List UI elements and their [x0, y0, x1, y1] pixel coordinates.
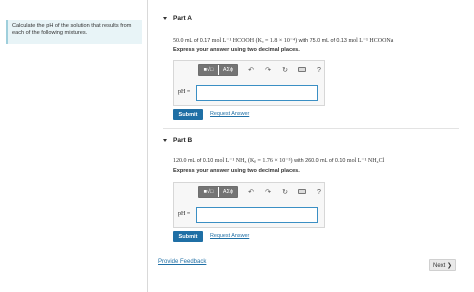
- part-a-with: with 75.0: [298, 38, 321, 44]
- divider: [163, 128, 459, 129]
- part-b-request-answer-link[interactable]: Request Answer: [210, 233, 249, 239]
- undo-icon[interactable]: ↶: [247, 188, 255, 196]
- part-b-expr1: mol L⁻¹ NH₃ (Kᵦ = 1.76 × 10⁻⁵): [214, 158, 293, 164]
- part-b-submit-button[interactable]: Submit: [173, 231, 203, 242]
- ph-input[interactable]: [196, 207, 318, 223]
- part-b-with: with 260.0: [294, 158, 319, 164]
- reset-icon[interactable]: ↻: [281, 66, 289, 74]
- collapse-caret-icon[interactable]: [163, 17, 167, 20]
- ph-label: pH =: [178, 211, 191, 217]
- part-a-expr2: mol L⁻¹ HCOONa: [348, 38, 394, 44]
- templates-button[interactable]: ■√□: [199, 187, 219, 197]
- provide-feedback-link[interactable]: Provide Feedback: [158, 259, 206, 265]
- part-a-question: 50.0 mL of 0.17 mol L⁻¹ HCOOH (Kₐ = 1.8 …: [173, 37, 393, 44]
- part-a-unit1: mL of 0.17: [185, 38, 211, 44]
- part-a-request-answer-link[interactable]: Request Answer: [210, 111, 249, 117]
- part-b-answer-box: ■√□ AΣϕ ↶ ↷ ↻ ? pH =: [173, 182, 325, 228]
- symbols-button[interactable]: AΣϕ: [219, 65, 237, 75]
- templates-button[interactable]: ■√□: [199, 65, 219, 75]
- part-b-unit1: mL of 0.10: [188, 158, 214, 164]
- part-a-title: Part A: [173, 15, 192, 22]
- keyboard-icon[interactable]: [298, 66, 306, 74]
- undo-icon[interactable]: ↶: [247, 66, 255, 74]
- keyboard-icon[interactable]: [298, 188, 306, 196]
- redo-icon[interactable]: ↷: [264, 66, 272, 74]
- part-a-amount1: 50.0: [173, 38, 184, 44]
- template-group: ■√□ AΣϕ: [198, 64, 238, 76]
- math-toolbar: ■√□ AΣϕ ↶ ↷ ↻ ?: [198, 64, 323, 76]
- redo-icon[interactable]: ↷: [264, 188, 272, 196]
- part-a-answer-box: ■√□ AΣϕ ↶ ↷ ↻ ? pH =: [173, 60, 325, 106]
- part-b-question: 120.0 mL of 0.10 mol L⁻¹ NH₃ (Kᵦ = 1.76 …: [173, 157, 384, 164]
- part-b-title: Part B: [173, 137, 193, 144]
- part-a-directions: Express your answer using two decimal pl…: [173, 47, 300, 53]
- part-b-unit2: mL of 0.10: [320, 158, 346, 164]
- collapse-caret-icon[interactable]: [163, 139, 167, 142]
- left-panel: Calculate the pH of the solution that re…: [0, 0, 148, 292]
- next-button[interactable]: Next ❯: [429, 259, 456, 271]
- part-a-unit2: mL of 0.13: [321, 38, 347, 44]
- template-group: ■√□ AΣϕ: [198, 186, 238, 198]
- ph-input[interactable]: [196, 85, 318, 101]
- help-icon[interactable]: ?: [315, 189, 323, 196]
- reset-icon[interactable]: ↻: [281, 188, 289, 196]
- part-a-expr1: mol L⁻¹ HCOOH (Kₐ = 1.8 × 10⁻⁴): [211, 38, 298, 44]
- help-icon[interactable]: ?: [315, 67, 323, 74]
- part-b-expr2: mol L⁻¹ NH₄Cl: [346, 158, 385, 164]
- instruction-text: Calculate the pH of the solution that re…: [6, 20, 142, 44]
- ph-label: pH =: [178, 89, 191, 95]
- part-a-header[interactable]: Part A: [163, 15, 192, 22]
- part-b-header[interactable]: Part B: [163, 137, 192, 144]
- part-b-directions: Express your answer using two decimal pl…: [173, 168, 300, 174]
- part-b-amount1: 120.0: [173, 158, 187, 164]
- math-toolbar: ■√□ AΣϕ ↶ ↷ ↻ ?: [198, 186, 323, 198]
- symbols-button[interactable]: AΣϕ: [219, 187, 237, 197]
- part-a-submit-button[interactable]: Submit: [173, 109, 203, 120]
